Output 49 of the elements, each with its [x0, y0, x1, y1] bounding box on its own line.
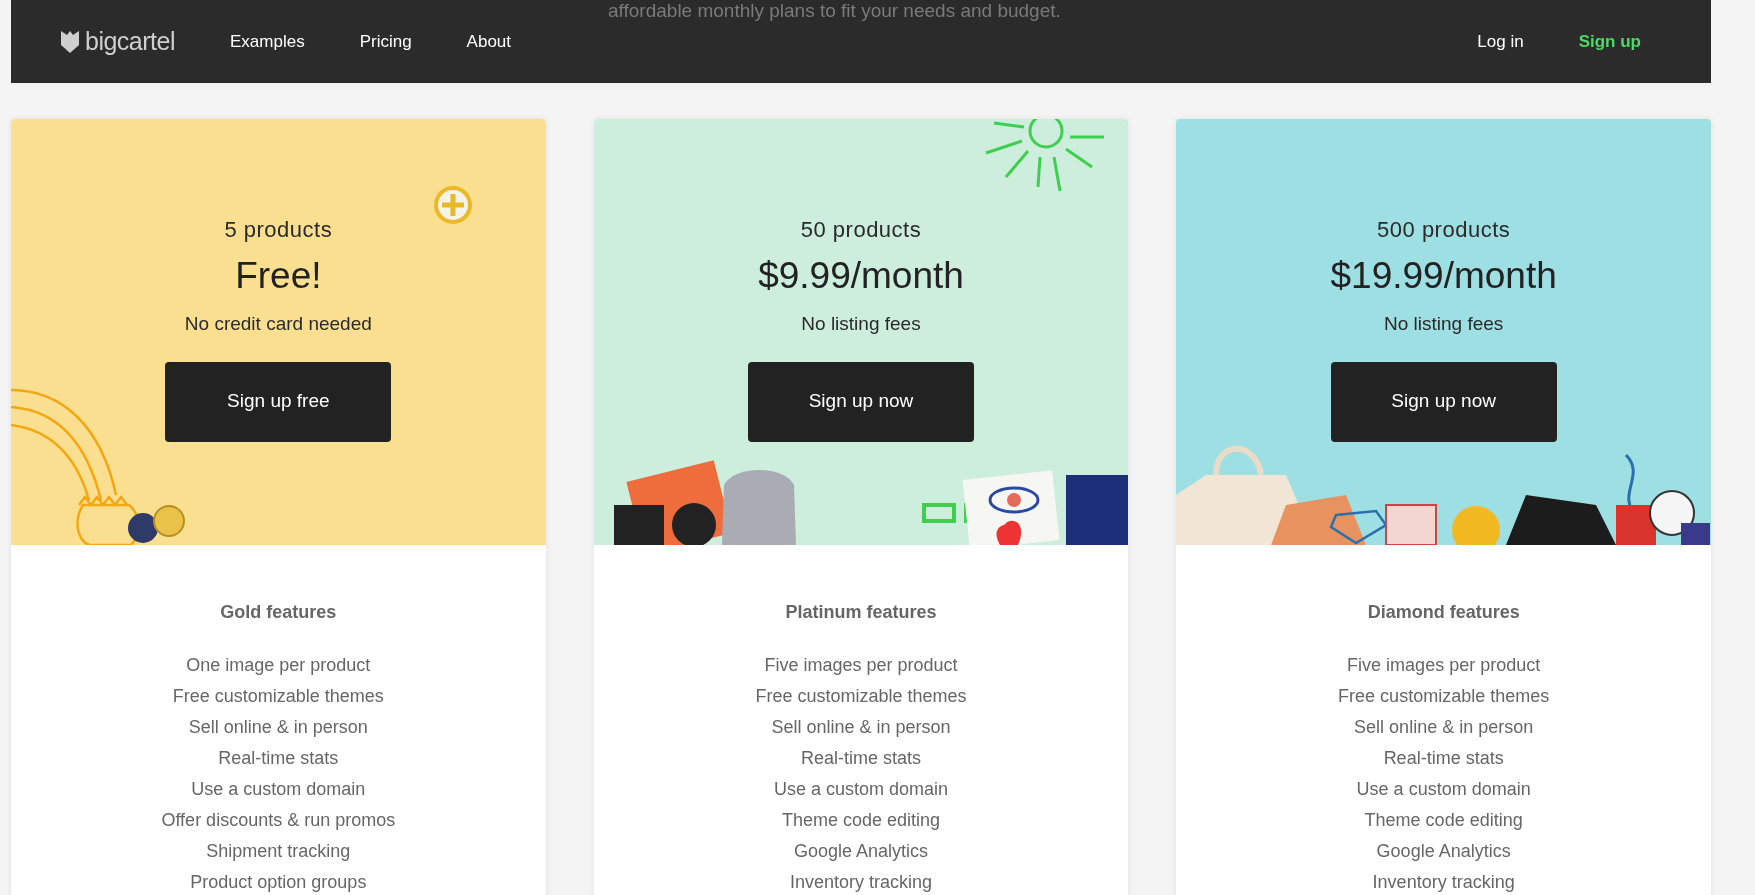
feature-item: Theme code editing: [781, 809, 941, 832]
product-count: 50 products: [800, 216, 922, 244]
feature-item: Theme code editing: [1364, 809, 1523, 832]
plan-price: $19.99/month: [1330, 254, 1557, 298]
feature-item: Google Analytics: [793, 840, 928, 863]
plan-note: No listing fees: [1384, 312, 1504, 336]
plan-note: No credit card needed: [184, 312, 372, 336]
feature-item: Use a custom domain: [1356, 778, 1531, 801]
logo[interactable]: bigcartel: [61, 22, 175, 61]
intro-text: affordable monthly plans to fit your needs and budget.: [608, 0, 1061, 23]
feature-item: Real-time stats: [800, 747, 921, 770]
product-count: 500 products: [1377, 216, 1511, 244]
nav-link[interactable]: About: [466, 28, 512, 55]
login-link[interactable]: Log in: [1477, 28, 1524, 55]
feature-item: Google Analytics: [1376, 840, 1511, 863]
feature-item: Sell online & in person: [1354, 716, 1534, 739]
feature-item: Shipment tracking: [206, 840, 351, 863]
plan-price: Free!: [235, 254, 322, 298]
feature-item: Free customizable themes: [1338, 685, 1550, 708]
feature-item: Use a custom domain: [773, 778, 948, 801]
feature-item: Inventory tracking: [789, 871, 932, 894]
feature-item: One image per product: [186, 654, 371, 677]
feature-item: Real-time stats: [218, 747, 339, 770]
feature-item: Five images per product: [764, 654, 958, 677]
feature-item: Offer discounts & run promos: [161, 809, 396, 832]
feature-item: Use a custom domain: [191, 778, 366, 801]
feature-item: Five images per product: [1347, 654, 1541, 677]
shield-logo-icon: [61, 30, 79, 53]
feature-item: Product option groups: [190, 871, 367, 894]
badge-drawing: [431, 183, 475, 227]
feature-item: Sell online & in person: [771, 716, 951, 739]
features-heading: Diamond features: [1367, 601, 1520, 624]
feature-item: Inventory tracking: [1372, 871, 1515, 894]
feature-item: Real-time stats: [1383, 747, 1504, 770]
feature-item: Free customizable themes: [172, 685, 384, 708]
nav-link[interactable]: Examples: [230, 28, 305, 55]
feature-item: Free customizable themes: [755, 685, 967, 708]
nav-link[interactable]: Pricing: [359, 28, 412, 55]
signup-link[interactable]: Sign up: [1578, 28, 1641, 55]
product-count: 5 products: [224, 216, 333, 244]
plan-price: $9.99/month: [758, 254, 964, 298]
logo-text: bigcartel: [85, 25, 175, 57]
features-heading: Platinum features: [785, 601, 937, 624]
signup-button[interactable]: Sign up free: [165, 361, 392, 442]
signup-button[interactable]: Sign up now: [1330, 361, 1557, 442]
features-heading: Gold features: [220, 601, 337, 624]
plan-note: No listing fees: [801, 312, 921, 336]
feature-item: Sell online & in person: [188, 716, 368, 739]
signup-button[interactable]: Sign up now: [748, 361, 974, 442]
